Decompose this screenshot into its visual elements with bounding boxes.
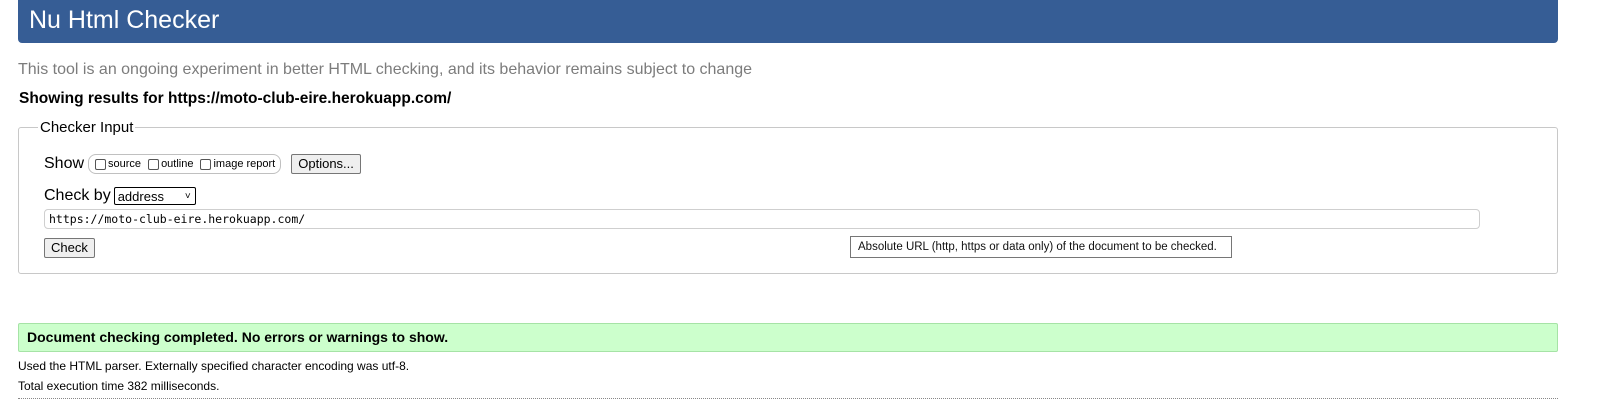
page-title: Nu Html Checker [29, 6, 220, 34]
outline-checkbox-label: outline [161, 158, 194, 170]
tagline: This tool is an ongoing experiment in be… [18, 61, 753, 78]
chevron-down-icon: ˅ [184, 190, 191, 202]
url-tooltip: Absolute URL (http, https or data only) … [850, 236, 1232, 258]
page-header: Nu Html Checker [18, 0, 1558, 43]
execution-time: Total execution time 382 milliseconds. [18, 379, 220, 393]
options-button[interactable]: Options... [291, 154, 361, 174]
image-report-checkbox[interactable] [200, 158, 212, 170]
success-message: Document checking completed. No errors o… [18, 323, 1558, 352]
show-options-group: source outline image report [88, 154, 282, 174]
parser-info: Used the HTML parser. Externally specifi… [18, 359, 410, 373]
checker-input-legend: Checker Input [40, 119, 134, 136]
divider [18, 398, 1558, 399]
url-input[interactable]: https://moto-club-eire.herokuapp.com/ [44, 209, 1480, 229]
check-button[interactable]: Check [44, 238, 95, 258]
source-checkbox-label: source [108, 158, 142, 170]
check-by-selected-value: address [117, 188, 164, 204]
image-report-checkbox-label: image report [213, 158, 276, 170]
show-image-report-option[interactable]: image report [200, 158, 275, 170]
checker-input-fieldset: Checker Input [18, 119, 1558, 274]
check-by-select[interactable]: address ˅ [113, 187, 196, 205]
results-for-heading: Showing results for https://moto-club-ei… [19, 90, 452, 107]
outline-checkbox[interactable] [148, 158, 160, 170]
check-by-label: Check by [44, 187, 111, 204]
show-label: Show [44, 155, 85, 172]
show-outline-option[interactable]: outline [148, 158, 193, 170]
show-source-option[interactable]: source [95, 158, 141, 170]
check-by-row: Check by address ˅ [44, 187, 196, 205]
show-row: Show source outline image report Options… [44, 154, 361, 174]
source-checkbox[interactable] [95, 158, 107, 170]
